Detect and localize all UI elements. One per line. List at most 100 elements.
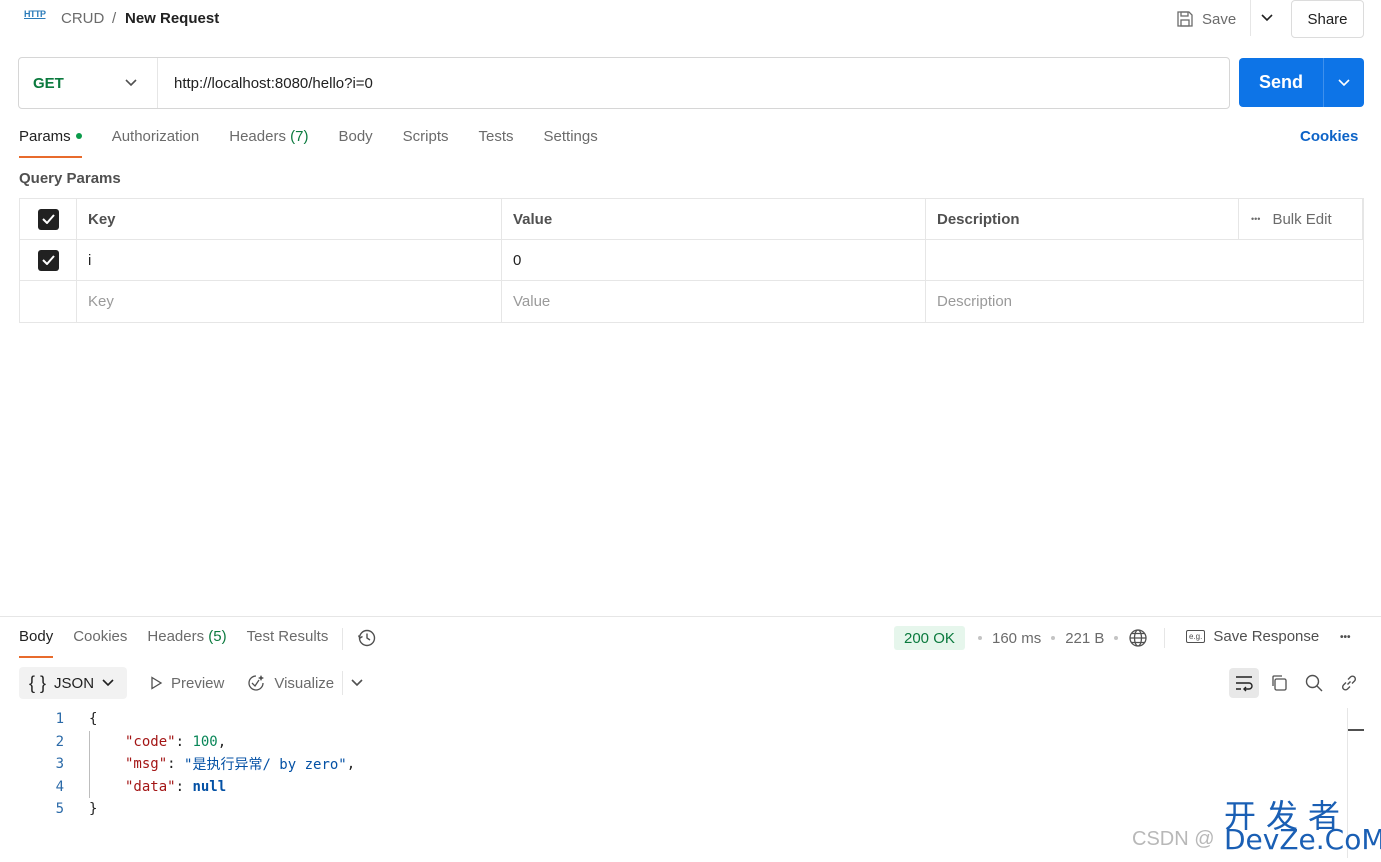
response-divider[interactable] [0, 616, 1381, 617]
column-header-key: Key [77, 199, 502, 239]
json-key: "msg" [125, 756, 168, 773]
response-tabs: Body Cookies Headers (5) Test Results [19, 628, 377, 658]
save-options-button[interactable] [1250, 0, 1282, 36]
separator-dot [1051, 636, 1056, 640]
code-text: } [89, 801, 98, 818]
response-size[interactable]: 221 B [1065, 630, 1104, 647]
json-colon: : [175, 733, 193, 750]
code-line: 4 "data": null [0, 775, 1347, 798]
scrollbar-thumb[interactable] [1348, 729, 1364, 731]
save-button[interactable]: Save [1176, 6, 1236, 32]
json-number: 100 [192, 733, 218, 750]
copy-icon [1272, 675, 1287, 691]
send-button[interactable]: Send [1239, 58, 1323, 107]
new-key-input[interactable]: Key [77, 281, 502, 322]
watermark-csdn: CSDN @ [1132, 828, 1215, 850]
share-button[interactable]: Share [1291, 0, 1364, 38]
json-comma: , [346, 756, 356, 773]
headers-count: (7) [290, 128, 309, 145]
line-number: 1 [55, 711, 64, 728]
visualize-button[interactable]: Visualize [246, 673, 334, 693]
preview-label: Preview [171, 674, 225, 692]
row-checkbox[interactable] [37, 249, 59, 271]
tab-params[interactable]: Params [19, 128, 82, 158]
response-time[interactable]: 160 ms [992, 630, 1041, 647]
separator-dot [1114, 636, 1119, 640]
line-number: 5 [55, 801, 64, 818]
params-active-dot [75, 133, 82, 140]
wrap-lines-button[interactable] [1229, 668, 1259, 698]
param-value-cell[interactable]: 0 [502, 240, 926, 280]
method-select[interactable]: GET [19, 58, 158, 108]
response-meta: 160 ms 221 B [978, 628, 1166, 648]
breadcrumb-collection[interactable]: CRUD [61, 10, 104, 27]
copy-button[interactable] [1264, 668, 1294, 698]
braces-icon: { } [29, 672, 47, 693]
cookies-link[interactable]: Cookies [1300, 128, 1358, 145]
row-check-cell [20, 240, 77, 280]
request-tabs: Params Authorization Headers (7) Body Sc… [19, 128, 628, 158]
preview-button[interactable]: Preview [149, 675, 224, 692]
breadcrumb-separator: / [112, 10, 117, 27]
tab-body[interactable]: Body [338, 128, 372, 158]
http-icon: HTTP [24, 9, 46, 19]
json-comma: , [217, 733, 227, 750]
json-string: "是执行异常/ by zero" [184, 757, 347, 774]
code-line: 3 "msg": "是执行异常/ by zero", [0, 753, 1347, 776]
divider [1164, 628, 1166, 648]
response-tab-headers[interactable]: Headers (5) [147, 628, 226, 658]
line-number: 4 [55, 778, 64, 795]
visualize-icon [248, 675, 265, 691]
new-description-input[interactable]: Description [926, 281, 1363, 322]
json-key: "code" [125, 733, 176, 750]
tab-authorization[interactable]: Authorization [112, 128, 200, 158]
response-format-bar: { } JSON Preview Visualize [19, 667, 363, 699]
select-all-checkbox[interactable] [37, 208, 59, 230]
code-line: 1 { [0, 708, 1347, 731]
play-icon [151, 676, 163, 690]
param-key-cell[interactable]: i [77, 240, 502, 280]
format-select[interactable]: { } JSON [19, 667, 127, 699]
chevron-down-icon [125, 79, 137, 87]
save-icon [1177, 11, 1193, 27]
globe-icon[interactable] [1128, 628, 1148, 648]
tab-headers[interactable]: Headers (7) [229, 128, 308, 158]
save-response-button[interactable]: e.g. Save Response [1186, 628, 1319, 645]
tab-label: Tests [478, 128, 514, 145]
visualize-options-button[interactable] [342, 671, 363, 695]
select-all-cell [20, 199, 77, 239]
search-icon [1305, 674, 1323, 692]
tab-label: Body [338, 128, 373, 145]
tab-label: Headers [229, 128, 286, 145]
method-label: GET [33, 74, 64, 92]
tab-settings[interactable]: Settings [544, 128, 598, 158]
more-options-icon[interactable]: ••• [1251, 214, 1260, 224]
tab-label: Headers [147, 628, 205, 645]
response-more-icon[interactable]: ••• [1340, 632, 1351, 643]
table-header-row: Key Value Description ••• Bulk Edit [20, 199, 1363, 240]
link-button[interactable] [1334, 668, 1364, 698]
history-icon[interactable] [357, 628, 377, 648]
column-header-value: Value [502, 199, 926, 239]
chevron-down-icon [102, 679, 114, 687]
tab-tests[interactable]: Tests [479, 128, 514, 158]
response-tab-test-results[interactable]: Test Results [247, 628, 329, 658]
search-button[interactable] [1299, 668, 1329, 698]
request-title[interactable]: New Request [125, 10, 219, 27]
status-badge[interactable]: 200 OK [894, 626, 965, 650]
chevron-down-icon [1260, 14, 1273, 22]
tab-scripts[interactable]: Scripts [403, 128, 449, 158]
new-value-input[interactable]: Value [502, 281, 926, 322]
response-tab-body[interactable]: Body [19, 628, 54, 658]
table-row: i 0 [20, 240, 1363, 281]
response-headers-count: (5) [208, 628, 227, 645]
bulk-edit-button[interactable]: Bulk Edit [1272, 211, 1331, 228]
response-tab-cookies[interactable]: Cookies [73, 628, 127, 658]
url-input[interactable] [158, 74, 1229, 92]
json-colon: : [175, 778, 193, 795]
query-params-title: Query Params [19, 170, 121, 187]
code-text: "msg": "是执行异常/ by zero", [89, 753, 355, 776]
response-body-code[interactable]: 1 { 2 "code": 100, 3 "msg": "是执行异常/ by z… [0, 708, 1347, 821]
param-description-cell[interactable] [926, 240, 1363, 280]
send-options-button[interactable] [1323, 58, 1364, 107]
